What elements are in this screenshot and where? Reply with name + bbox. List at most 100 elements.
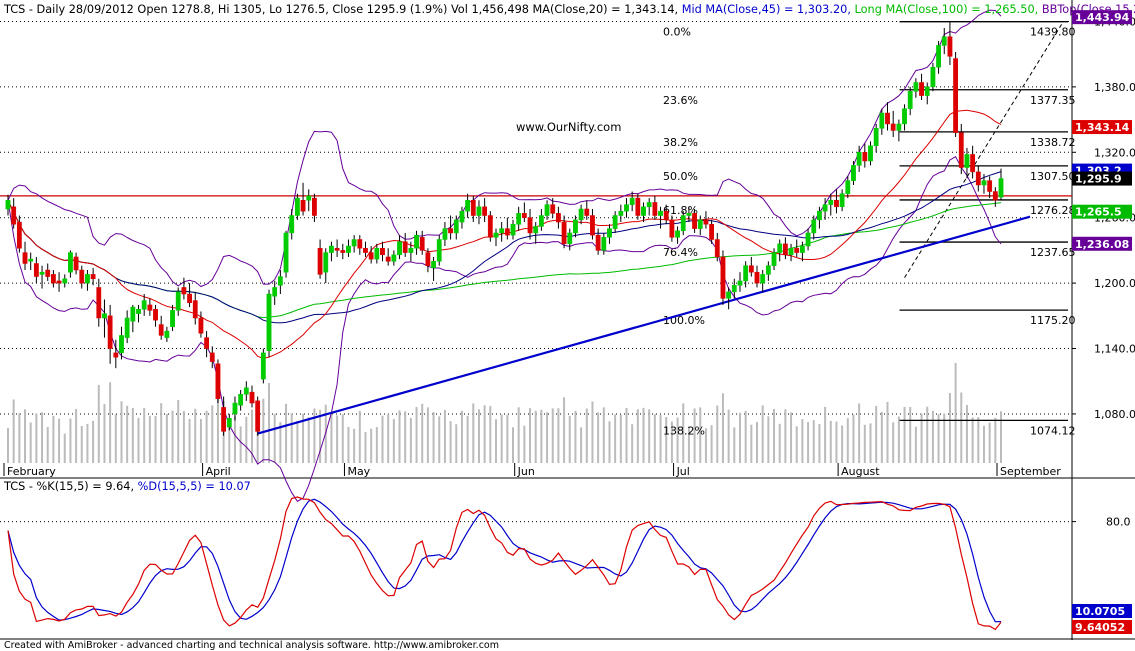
- stochastic-title-segment: TCS - %K(15,5) = 9.64,: [3, 480, 138, 493]
- price-badge-label: 1,343.14: [1075, 121, 1130, 134]
- candle-body: [470, 200, 476, 216]
- price-title-segment: Mid MA(Close,45) = 1,303.20,: [682, 3, 855, 16]
- candle-body: [238, 394, 244, 406]
- candle-body: [703, 219, 709, 225]
- fib-level-value: 1439.80: [1030, 26, 1076, 39]
- candle-body: [743, 265, 749, 282]
- candle-body: [521, 213, 527, 218]
- candle-body: [516, 213, 522, 225]
- candle-body: [221, 407, 227, 432]
- candle-body: [839, 193, 845, 208]
- price-pane-title: TCS - Daily 28/09/2012 Open 1278.8, Hi 1…: [3, 3, 1135, 16]
- candle-body: [79, 269, 85, 284]
- candle-body: [873, 128, 879, 146]
- candle-body: [90, 274, 96, 279]
- candle-body: [828, 200, 834, 205]
- fib-level-pct: 100.0%: [663, 314, 705, 327]
- candle-body: [56, 280, 62, 284]
- candle-body: [272, 287, 278, 297]
- candle-body: [346, 245, 351, 253]
- candle-body: [845, 180, 851, 194]
- candle-body: [799, 245, 805, 253]
- candle-body: [277, 276, 283, 286]
- candle-body: [646, 202, 652, 208]
- candle-body: [33, 263, 39, 277]
- candle-body: [981, 180, 987, 186]
- candle-body: [459, 210, 465, 223]
- candle-body: [890, 123, 896, 131]
- y-tick-label: 1,080.0: [1094, 408, 1135, 421]
- candle-body: [351, 239, 357, 247]
- candle-body: [817, 210, 822, 221]
- candle-body: [476, 206, 482, 216]
- candle-body: [987, 180, 993, 192]
- candle-body: [164, 330, 170, 338]
- footer-text: Created with AmiBroker - advanced charti…: [4, 640, 499, 651]
- candle-body: [624, 204, 629, 212]
- candle-body: [453, 219, 459, 234]
- month-label: Jul: [676, 465, 690, 478]
- candle-body: [136, 309, 141, 314]
- candle-body: [380, 247, 385, 256]
- candle-body: [294, 197, 300, 216]
- stochastic-title-segment: %D(15,5,5) = 10.07: [138, 480, 251, 493]
- month-label: September: [1000, 465, 1061, 478]
- candle-body: [958, 132, 964, 168]
- candle-body: [62, 278, 68, 284]
- candle-body: [306, 195, 312, 201]
- candle-body: [329, 245, 334, 253]
- candle-body: [215, 363, 221, 399]
- candle-body: [896, 123, 902, 131]
- candle-body: [431, 261, 436, 269]
- candle-body: [402, 241, 408, 253]
- candle-body: [913, 82, 919, 92]
- month-label: May: [347, 465, 370, 478]
- candle-body: [170, 310, 175, 327]
- candle-body: [658, 210, 663, 216]
- fib-level-value: 1276.28: [1030, 204, 1076, 217]
- candle-body: [612, 215, 618, 229]
- candle-body: [289, 215, 295, 234]
- fib-level-value: 1074.12: [1030, 424, 1076, 437]
- candle-body: [618, 210, 624, 216]
- candle-body: [879, 112, 885, 129]
- candle-body: [998, 178, 1004, 198]
- candle-body: [822, 204, 828, 212]
- candle-body: [663, 210, 669, 221]
- candle-body: [561, 221, 567, 245]
- candle-body: [573, 219, 578, 234]
- y-tick-label: 1,380.0: [1094, 81, 1135, 94]
- candle-body: [669, 219, 675, 238]
- candle-body: [73, 256, 79, 271]
- candle-body: [204, 337, 210, 349]
- candle-body: [368, 252, 374, 260]
- candle-body: [794, 247, 800, 253]
- candle-body: [697, 219, 703, 229]
- candle-body: [765, 265, 771, 275]
- candle-body: [709, 223, 715, 240]
- candle-body: [675, 230, 680, 238]
- price-title-segment: BBTop(Close,15,2) = 1,44: [1042, 3, 1135, 16]
- candle-body: [748, 265, 754, 273]
- candle-body: [953, 58, 959, 133]
- candle-body: [714, 239, 720, 258]
- candle-body: [720, 256, 726, 299]
- candle-body: [323, 252, 329, 273]
- candle-body: [686, 213, 692, 216]
- candle-body: [334, 247, 340, 251]
- candle-body: [22, 252, 28, 264]
- candle-body: [187, 293, 192, 303]
- candle-body: [652, 202, 658, 216]
- price-badge-label: 1,265.5: [1075, 206, 1122, 219]
- candle-body: [504, 228, 510, 236]
- candle-body: [482, 206, 488, 216]
- candle-body: [448, 228, 454, 234]
- candle-body: [544, 204, 550, 216]
- candle-body: [28, 258, 34, 262]
- candle-body: [119, 335, 124, 354]
- candle-body: [538, 215, 544, 227]
- candle-body: [607, 228, 612, 238]
- candle-body: [590, 215, 595, 236]
- candle-body: [243, 387, 249, 395]
- candle-body: [158, 324, 164, 336]
